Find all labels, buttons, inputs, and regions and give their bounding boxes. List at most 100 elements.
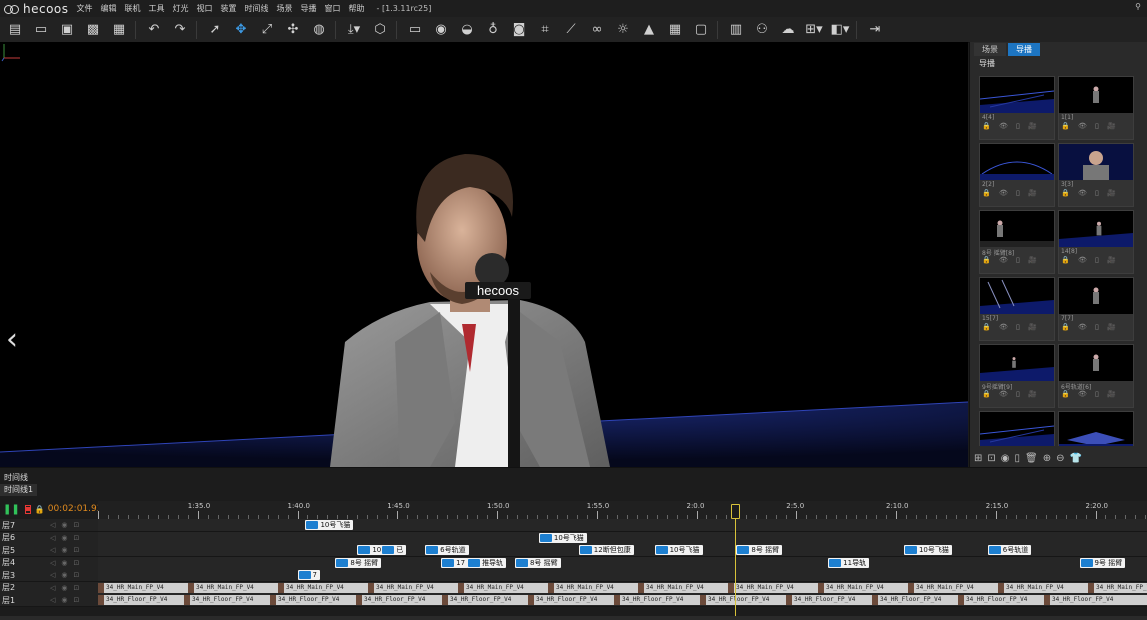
lock-icon[interactable]: ⊡ — [74, 559, 80, 567]
menu-item[interactable]: 装置 — [221, 4, 237, 13]
shot-thumbnail[interactable] — [980, 278, 1054, 314]
menu-item[interactable]: 时间线 — [245, 4, 269, 13]
select-cursor-icon[interactable]: ➚ — [204, 20, 226, 40]
download-dropdown-icon[interactable]: ⤓▾ — [343, 20, 365, 40]
shot-thumbnail[interactable] — [1059, 345, 1133, 381]
shot-card[interactable]: 🔒 👁 ▯ 🎥 — [979, 411, 1055, 446]
menu-item[interactable]: 视口 — [197, 4, 213, 13]
zoom-in-icon[interactable]: ⊕ — [1043, 453, 1051, 464]
timeline-clip[interactable]: 8号 摇臂 — [514, 557, 561, 568]
lock-icon[interactable]: ⊡ — [74, 596, 80, 604]
shot-icon-row[interactable]: 🔒 👁 ▯ 🎥 — [1059, 122, 1133, 130]
speaker-icon[interactable]: ◁ — [50, 521, 55, 529]
shot-icon-row[interactable]: 🔒 👁 ▯ 🎥 — [1059, 189, 1133, 197]
exit-icon[interactable]: ⇥ — [864, 20, 886, 40]
split-view-icon[interactable]: ◧▾ — [829, 20, 851, 40]
timeline-clip[interactable]: 10号飞猫 — [903, 545, 952, 555]
pause-icon[interactable]: ❚❚ — [3, 504, 20, 515]
shot-thumbnail[interactable] — [980, 412, 1054, 446]
crowd-icon[interactable]: ⚇ — [751, 20, 773, 40]
timeline-clip[interactable]: 8号 摇臂 — [736, 545, 783, 555]
timeline-clip[interactable]: 6号轨道 — [987, 545, 1032, 555]
text-box-icon[interactable]: ▭ — [404, 20, 426, 40]
shot-thumbnail[interactable] — [980, 211, 1054, 247]
menu-item[interactable]: 帮助 — [349, 4, 365, 13]
sun-icon[interactable]: ☼ — [612, 20, 634, 40]
track-lane[interactable]: 34_HR_Floor_FP_V4 34_HR_Floor_FP_V4 34_HR_… — [98, 594, 1147, 607]
speaker-icon[interactable]: ◁ — [50, 559, 55, 567]
shot-thumbnail[interactable] — [1059, 412, 1133, 446]
timeline-scrollbar[interactable] — [0, 616, 1147, 620]
ruler-icon[interactable]: ⟋ — [560, 20, 582, 40]
redo-icon[interactable]: ↷ — [169, 20, 191, 40]
panel-tab[interactable]: 场景 — [974, 43, 1006, 56]
shot-card[interactable]: 🔒 👁 ▯ 🎥 — [1058, 411, 1134, 446]
shot-icon-row[interactable]: 🔒 👁 ▯ 🎥 — [980, 390, 1054, 398]
speaker-icon[interactable]: ◁ — [50, 546, 55, 554]
cube-icon[interactable]: ⬡ — [369, 20, 391, 40]
track-lane[interactable]: 10号飞猫 — [98, 531, 1147, 545]
shot-thumbnail[interactable] — [980, 144, 1054, 180]
timeline-clip[interactable]: 10号飞猫 — [538, 532, 587, 543]
menu-item[interactable]: 联机 — [125, 4, 141, 13]
move-arrows-icon[interactable]: ✥ — [230, 20, 252, 40]
media-strip[interactable]: 34_HR_Main_FP_V4 34_HR_Main_FP_V4 34_HR_Ma… — [98, 582, 1147, 593]
lock-icon[interactable]: ⊡ — [74, 534, 80, 542]
lock-icon[interactable]: ⊡ — [74, 571, 80, 579]
eye-icon[interactable]: ◉ — [61, 596, 67, 604]
timeline-clip[interactable]: 9号 摇臂 — [1079, 557, 1126, 568]
shot-thumbnail[interactable] — [980, 77, 1054, 113]
track-header[interactable]: 层4 ◁ ◉ ⊡ — [0, 556, 98, 570]
panel-tab[interactable]: 导播 — [1008, 43, 1040, 56]
link-icon[interactable]: ∞ — [586, 20, 608, 40]
shot-card[interactable]: 3[3] 🔒 👁 ▯ 🎥 — [1058, 143, 1134, 207]
playhead-handle[interactable] — [731, 504, 740, 519]
shot-card[interactable]: 6号轨道[6] 🔒 👁 ▯ 🎥 — [1058, 344, 1134, 408]
eye-icon[interactable]: ◉ — [430, 20, 452, 40]
timeline-clip[interactable]: 推导轨 — [467, 557, 507, 568]
weather-icon[interactable]: ☁ — [777, 20, 799, 40]
speaker-icon[interactable]: ◁ — [50, 596, 55, 604]
track-header[interactable]: 层6 ◁ ◉ ⊡ — [0, 531, 98, 545]
track-header[interactable]: 层1 ◁ ◉ ⊡ — [0, 594, 98, 607]
new-file-icon[interactable]: ▤ — [4, 20, 26, 40]
track-header[interactable]: 层2 ◁ ◉ ⊡ — [0, 581, 98, 595]
timeline-clip[interactable]: 10号飞猫 — [654, 545, 703, 555]
speaker-icon[interactable]: ◁ — [50, 584, 55, 592]
copy-icon[interactable]: ▯ — [1015, 453, 1021, 464]
media-strip[interactable]: 34_HR_Floor_FP_V4 34_HR_Floor_FP_V4 34_HR_… — [98, 595, 1147, 605]
shot-thumbnail[interactable] — [1059, 77, 1133, 113]
track-lane[interactable]: 8号 摇臂 17 推导轨 8号 摇臂 11导轨 9号 摇臂 — [98, 556, 1147, 570]
tracker-icon[interactable]: ◒ — [456, 20, 478, 40]
track-header[interactable]: 层5 ◁ ◉ ⊡ — [0, 544, 98, 557]
lock-icon[interactable]: ⊡ — [74, 584, 80, 592]
bulb-icon[interactable]: ♁ — [482, 20, 504, 40]
timeline-clip[interactable]: 12断但包康 — [578, 545, 634, 555]
shot-card[interactable]: 1[1] 🔒 👁 ▯ 🎥 — [1058, 76, 1134, 140]
lock-icon[interactable]: ⊡ — [74, 521, 80, 529]
shirt-icon[interactable]: 👕 — [1070, 453, 1082, 464]
shot-card[interactable]: 2[2] 🔒 👁 ▯ 🎥 — [979, 143, 1055, 207]
user-icon[interactable]: ⚲ — [1135, 2, 1141, 11]
lock-icon[interactable]: ⊡ — [74, 546, 80, 554]
eye-icon[interactable]: ◉ — [61, 521, 67, 529]
shot-card[interactable]: 7[7] 🔒 👁 ▯ 🎥 — [1058, 277, 1134, 341]
shot-card[interactable]: 4[4] 🔒 👁 ▯ 🎥 — [979, 76, 1055, 140]
eye-icon[interactable]: ◉ — [61, 546, 67, 554]
timeline-clip[interactable]: 6号轨道 — [425, 545, 469, 555]
track-lane[interactable]: 34_HR_Main_FP_V4 34_HR_Main_FP_V4 34_HR_Ma… — [98, 581, 1147, 595]
shot-card[interactable]: 14[8] 🔒 👁 ▯ 🎥 — [1058, 210, 1134, 274]
eye-icon[interactable]: ◉ — [61, 571, 67, 579]
eye-icon[interactable]: ◉ — [61, 559, 67, 567]
open-folder-icon[interactable]: ▭ — [30, 20, 52, 40]
shot-icon-row[interactable]: 🔒 👁 ▯ 🎥 — [980, 256, 1054, 264]
menu-item[interactable]: 灯光 — [173, 4, 189, 13]
chevron-left-icon[interactable]: ‹ — [6, 322, 18, 357]
stop-icon[interactable] — [24, 504, 31, 514]
timeline-clip[interactable]: 17 — [441, 557, 469, 568]
grid-plane-icon[interactable]: ▦ — [664, 20, 686, 40]
shot-card[interactable]: 8号 摇臂[8] 🔒 👁 ▯ 🎥 — [979, 210, 1055, 274]
timeline-clip[interactable]: 7 — [297, 570, 320, 580]
shot-thumbnail[interactable] — [1059, 211, 1133, 247]
lock-icon[interactable]: ⊡ — [987, 453, 995, 464]
